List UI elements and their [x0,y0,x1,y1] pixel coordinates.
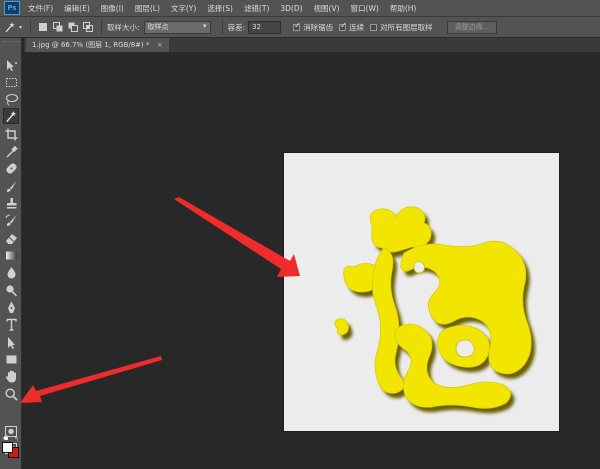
magic-wand-icon [5,22,15,33]
document-tab-title: 1.jpg @ 66.7% (图层 1, RGB/8#) [32,41,144,49]
hand-tool-icon [5,370,16,382]
brush-tool-icon [6,180,16,192]
clone-stamp-tool-button[interactable] [3,195,19,211]
clone-stamp-tool-icon [6,197,16,208]
separator [30,20,32,34]
path-selection-tool-icon [7,336,15,349]
toolbox-grip[interactable] [3,41,19,46]
gradient-tool-icon [5,251,17,259]
marquee-tool-icon [5,77,17,87]
document-modified-marker: * [146,41,150,49]
document-tab[interactable]: 1.jpg @ 66.7% (图层 1, RGB/8#) * × [26,38,169,52]
spot-healing-tool-button[interactable] [3,160,19,176]
document-tab-bar: 1.jpg @ 66.7% (图层 1, RGB/8#) * × [24,38,600,53]
menu-file[interactable]: 文件(F) [28,3,53,14]
history-brush-tool-button[interactable] [3,212,19,228]
antialias-label: 消除锯齿 [303,22,334,32]
menu-view[interactable]: 视图(V) [314,3,340,14]
all-layers-label: 对所有图层取样 [380,22,433,32]
eyedropper-tool-button[interactable] [3,143,19,159]
eraser-tool-button[interactable] [3,230,19,246]
rectangle-tool-icon [6,355,16,363]
tool-preset-picker[interactable] [4,21,17,34]
brush-tool-button[interactable] [3,178,19,194]
move-tool-button[interactable] [3,57,19,73]
new-selection-icon [38,23,47,31]
foreground-color-swatch[interactable] [2,442,13,453]
options-bar: ▾ 取样大小: 取样点 容差: 32 消除锯齿 连续 对所有图层取样 调整边缘.… [0,17,600,38]
lasso-tool-icon [5,93,18,105]
separator [101,20,103,34]
subtract-selection-button[interactable] [66,21,79,34]
photoshop-logo: Ps [4,1,20,15]
contiguous-checkbox[interactable] [339,21,347,31]
blur-tool-button[interactable] [3,264,19,280]
menu-help[interactable]: 帮助(H) [390,3,417,14]
quick-mask-button[interactable] [3,423,19,439]
chevron-down-icon[interactable]: ▾ [19,24,22,31]
color-swatches: ↰ [2,434,22,460]
dodge-tool-icon [5,284,17,297]
sample-size-select[interactable]: 取样点 [143,20,211,34]
contiguous-label: 连续 [349,22,365,32]
menu-3d[interactable]: 3D(D) [280,4,302,13]
close-icon[interactable]: × [157,41,163,49]
move-tool-icon [6,59,17,71]
dodge-tool-button[interactable] [3,282,19,298]
fu-character-artwork [334,206,536,414]
pen-tool-icon [7,301,15,313]
gradient-tool-button[interactable] [3,247,19,263]
menu-filter[interactable]: 滤镜(T) [244,3,269,14]
document-canvas[interactable] [284,153,559,431]
separator [221,20,223,34]
path-selection-tool-button[interactable] [3,334,19,350]
menu-edit[interactable]: 编辑(E) [64,3,90,14]
pen-tool-button[interactable] [3,299,19,315]
antialias-checkbox[interactable] [293,21,301,31]
rectangle-tool-button[interactable] [3,351,19,367]
eraser-tool-icon [5,233,17,244]
menu-type[interactable]: 文字(Y) [171,3,196,14]
magic-wand-tool-icon [6,110,16,122]
type-tool-icon [5,318,17,331]
canvas-workspace[interactable] [22,53,600,469]
menu-bar: Ps 文件(F) 编辑(E) 图像(I) 图层(L) 文字(Y) 选择(S) 滤… [0,0,600,17]
menu-window[interactable]: 窗口(W) [351,3,379,14]
tolerance-input[interactable]: 32 [248,20,282,34]
history-brush-tool-icon [5,214,16,226]
type-tool-button[interactable] [3,316,19,332]
menu-layer[interactable]: 图层(L) [135,3,160,14]
refine-edge-button[interactable]: 调整边缘... [446,20,498,34]
tolerance-label: 容差: [227,22,246,32]
toolbox: ↰ [0,38,22,469]
zoom-tool-button[interactable] [3,386,19,402]
magic-wand-tool-button[interactable] [3,108,19,124]
menu-image[interactable]: 图像(I) [101,3,124,14]
add-selection-button[interactable] [51,21,64,34]
hand-tool-button[interactable] [3,368,19,384]
intersect-selection-button[interactable] [81,21,94,34]
add-selection-icon [52,22,63,32]
crop-tool-button[interactable] [3,126,19,142]
subtract-selection-icon [68,22,78,32]
new-selection-button[interactable] [36,21,49,34]
menu-select[interactable]: 选择(S) [207,3,233,14]
zoom-tool-icon [4,387,18,401]
all-layers-checkbox[interactable] [370,23,378,31]
lasso-tool-button[interactable] [3,91,19,107]
spot-healing-tool-icon [5,162,17,174]
marquee-tool-button[interactable] [3,74,19,90]
crop-tool-icon [5,128,17,140]
sample-size-label: 取样大小: [107,22,140,32]
eyedropper-tool-icon [6,145,18,157]
intersect-selection-icon [82,22,93,32]
blur-tool-icon [6,266,16,278]
quick-mask-icon [5,425,17,437]
